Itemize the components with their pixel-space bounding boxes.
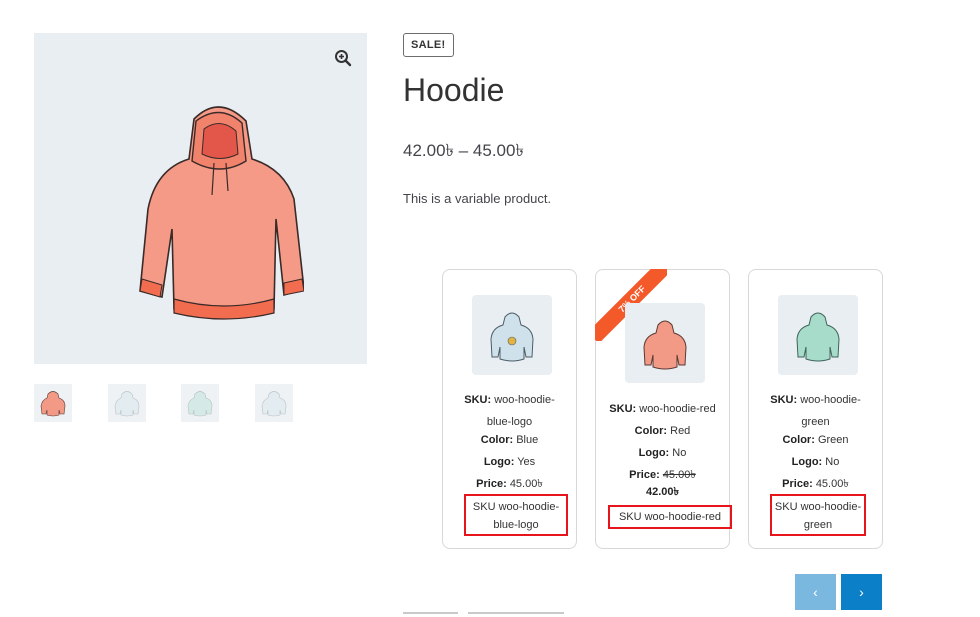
variation-card-red[interactable]: 7% OFF SKU: woo-hoodie-red Color: Red Lo… — [595, 269, 732, 549]
thumbnail-blue[interactable] — [255, 384, 293, 422]
custom-sku-highlight: SKU woo-hoodie- green — [770, 494, 866, 536]
chevron-left-icon: ‹ — [813, 584, 818, 600]
slider-next-button[interactable]: › — [841, 574, 882, 610]
quantity-input-edge — [403, 612, 458, 614]
zoom-icon[interactable] — [334, 49, 352, 67]
thumbnail-red[interactable] — [34, 384, 72, 422]
product-description: This is a variable product. — [403, 191, 552, 206]
product-title: Hoodie — [403, 72, 505, 108]
variation-card-blue-logo[interactable]: SKU: woo-hoodie- blue-logo Color: Blue L… — [442, 269, 577, 549]
add-to-cart-edge — [468, 612, 564, 614]
thumbnail-green[interactable] — [181, 384, 219, 422]
variation-image — [625, 303, 705, 383]
variation-image — [472, 295, 552, 375]
product-price: 42.00৳ – 45.00৳ — [403, 141, 524, 160]
variation-card-green[interactable]: SKU: woo-hoodie- green Color: Green Logo… — [748, 269, 883, 549]
custom-sku-highlight: SKU woo-hoodie-red — [608, 505, 732, 529]
slider-prev-button[interactable]: ‹ — [795, 574, 836, 610]
variation-image — [778, 295, 858, 375]
custom-sku-highlight: SKU woo-hoodie- blue-logo — [464, 494, 568, 536]
product-main-image[interactable] — [34, 33, 367, 364]
thumbnail-blue-logo[interactable] — [108, 384, 146, 422]
chevron-right-icon: › — [859, 584, 864, 600]
hoodie-image — [139, 106, 304, 320]
gallery-thumbnails — [34, 384, 304, 422]
sale-badge: SALE! — [403, 33, 454, 57]
